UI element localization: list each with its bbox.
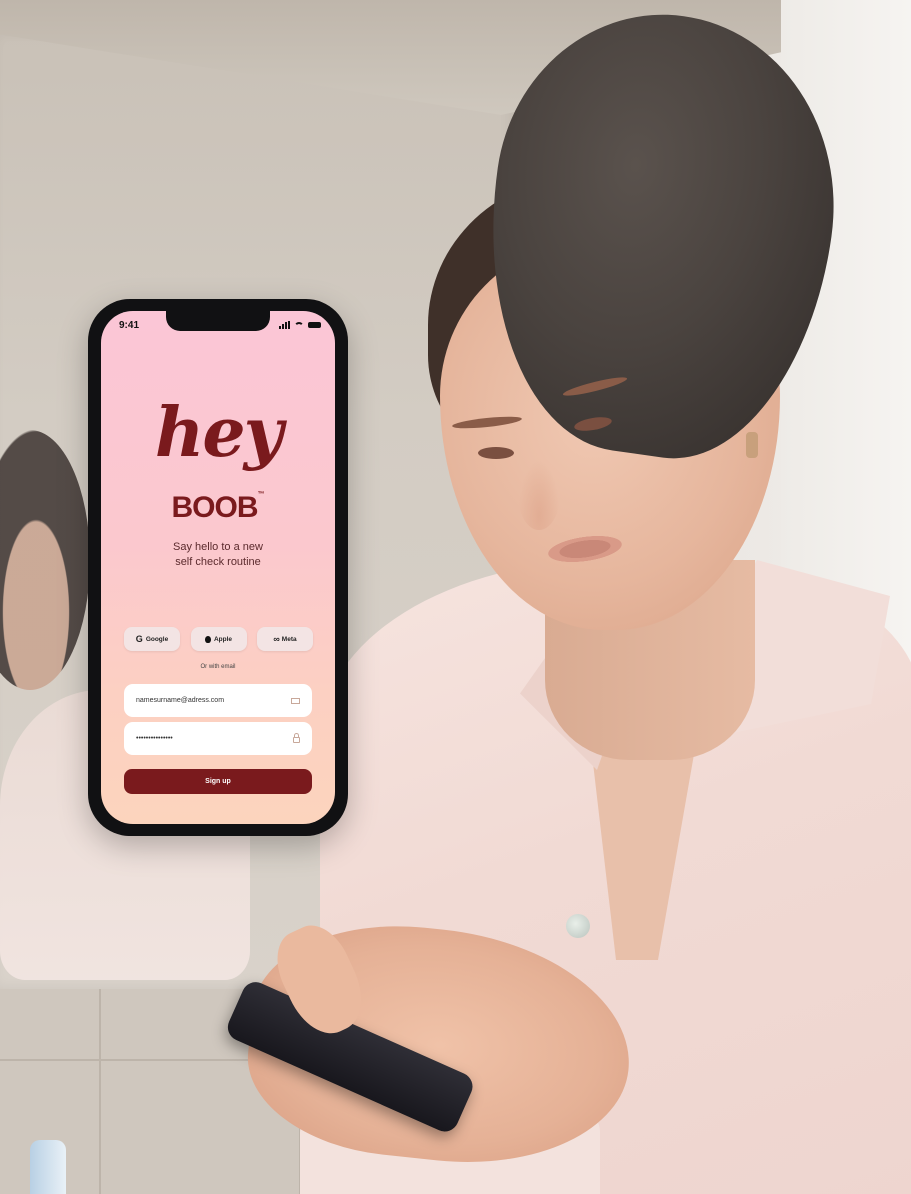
signal-icon bbox=[279, 321, 290, 329]
tagline-line-2: self check routine bbox=[175, 556, 261, 568]
status-time: 9:41 bbox=[119, 320, 140, 331]
lock-icon bbox=[293, 733, 300, 743]
mail-icon bbox=[291, 697, 300, 704]
email-divider: Or with email bbox=[200, 664, 236, 670]
logo-hey: hey bbox=[154, 393, 283, 473]
password-value: ••••••••••••••• bbox=[136, 735, 173, 742]
earring bbox=[746, 432, 758, 458]
status-icons bbox=[279, 320, 321, 330]
apple-login-button[interactable]: Apple bbox=[190, 627, 247, 651]
meta-icon: ∞ bbox=[273, 634, 280, 644]
apple-label: Apple bbox=[213, 635, 233, 643]
google-login-button[interactable]: G Google bbox=[124, 627, 180, 651]
battery-icon bbox=[308, 322, 321, 328]
phone-mockup: 9:41 hey BOOB™ Say hello to a new self c… bbox=[88, 299, 348, 836]
signup-button[interactable]: Sign up bbox=[124, 769, 312, 794]
email-value: namesurname@adress.com bbox=[136, 697, 225, 704]
password-field[interactable]: ••••••••••••••• bbox=[124, 722, 312, 755]
nose bbox=[518, 460, 560, 530]
logo-boob-text: BOOB bbox=[171, 491, 259, 524]
meta-label: Meta bbox=[281, 635, 297, 643]
google-label: Google bbox=[145, 635, 169, 643]
tagline: Say hello to a new self check routine bbox=[121, 540, 315, 570]
toothbrush-cup bbox=[30, 1140, 66, 1194]
shirt-button bbox=[566, 914, 590, 938]
phone-notch bbox=[166, 311, 270, 331]
tagline-line-1: Say hello to a new bbox=[173, 541, 263, 553]
logo-boob: BOOB™ bbox=[101, 491, 335, 525]
wifi-icon bbox=[294, 321, 304, 329]
email-field[interactable]: namesurname@adress.com bbox=[124, 684, 312, 717]
apple-icon bbox=[204, 635, 211, 643]
eye-left bbox=[478, 447, 514, 459]
meta-login-button[interactable]: ∞ Meta bbox=[257, 627, 313, 651]
social-login-row: G Google Apple ∞ Meta bbox=[124, 627, 313, 651]
app-screen: 9:41 hey BOOB™ Say hello to a new self c… bbox=[101, 311, 335, 824]
trademark: ™ bbox=[257, 491, 265, 498]
google-icon: G bbox=[135, 634, 143, 644]
